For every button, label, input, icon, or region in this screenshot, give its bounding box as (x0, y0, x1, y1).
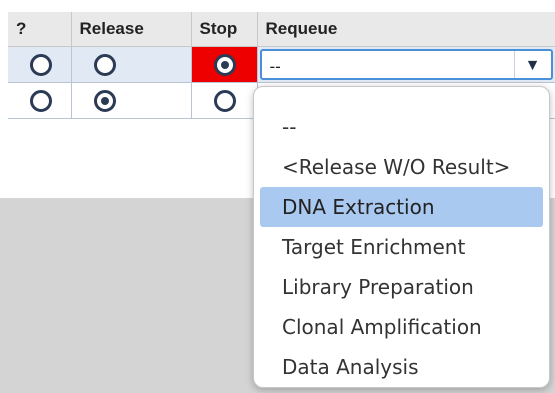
requeue-dropdown-menu: -- <Release W/O Result> DNA Extraction T… (253, 86, 550, 388)
requeue-select-value: -- (269, 57, 281, 76)
radio-release[interactable] (93, 53, 116, 76)
table-row: -- ▼ (8, 46, 555, 83)
radio-unknown[interactable] (30, 89, 52, 112)
column-header-stop: Stop (190, 12, 258, 47)
column-header-requeue: Requeue (256, 12, 555, 47)
cell-stop (190, 82, 258, 119)
cell-unknown (8, 46, 72, 83)
dropdown-option[interactable]: Data Analysis (260, 347, 543, 387)
dropdown-option[interactable]: -- (260, 107, 543, 147)
cell-stop-selected (190, 46, 258, 83)
app-stage: ? Release Stop Requeue -- ▼ -- <Release … (0, 0, 555, 393)
dropdown-option[interactable]: <Release W/O Result> (260, 147, 543, 187)
cell-release (70, 46, 192, 83)
cell-unknown (8, 82, 72, 119)
column-header-unknown: ? (8, 12, 72, 47)
chevron-down-icon[interactable]: ▼ (513, 51, 551, 78)
radio-release-selected[interactable] (93, 89, 116, 112)
radio-stop-selected[interactable] (213, 53, 236, 76)
cell-requeue: -- ▼ (256, 46, 555, 83)
dropdown-option[interactable]: Target Enrichment (260, 227, 543, 267)
dropdown-option-highlighted[interactable]: DNA Extraction (260, 187, 543, 227)
radio-stop[interactable] (213, 89, 236, 112)
column-header-release: Release (70, 12, 192, 47)
header-row: ? Release Stop Requeue (8, 12, 555, 47)
requeue-select[interactable]: -- ▼ (259, 49, 553, 80)
dropdown-option[interactable]: Clonal Amplification (260, 307, 543, 347)
dropdown-option[interactable]: Library Preparation (260, 267, 543, 307)
radio-unknown[interactable] (30, 53, 52, 76)
cell-release-selected (70, 82, 192, 119)
